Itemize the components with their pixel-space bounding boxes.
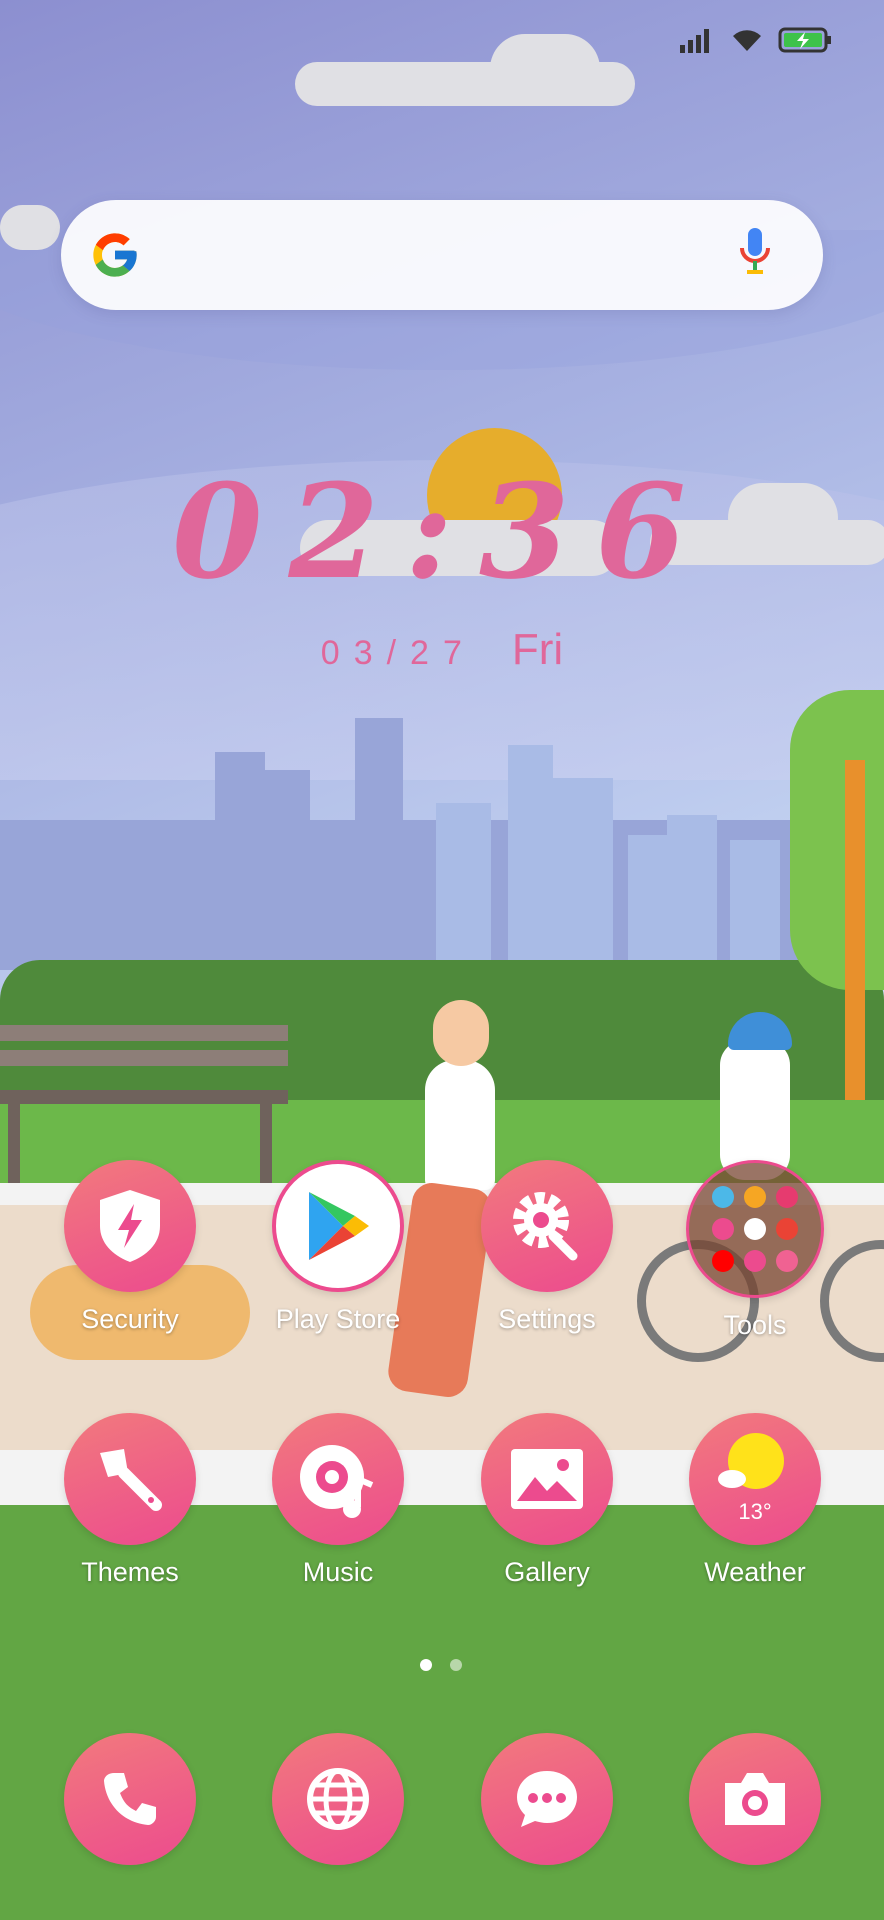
phone-icon	[64, 1733, 196, 1865]
dock-messages[interactable]	[462, 1733, 632, 1865]
clock-date: 03/27 Fri	[0, 625, 884, 675]
bench-slat	[0, 1025, 288, 1041]
walker-head	[433, 1000, 489, 1066]
app-weather[interactable]: 13° Weather	[670, 1413, 840, 1588]
folder-icon	[686, 1160, 824, 1298]
dock-camera[interactable]	[670, 1733, 840, 1865]
tree-trunk	[845, 760, 865, 1100]
page-indicator	[420, 1659, 462, 1671]
dock-browser[interactable]	[253, 1733, 423, 1865]
dock-phone[interactable]	[45, 1733, 215, 1865]
camera-icon	[689, 1733, 821, 1865]
weekday-text: Fri	[511, 625, 564, 674]
app-play-store[interactable]: Play Store	[253, 1160, 423, 1335]
cloud	[490, 34, 600, 104]
app-themes[interactable]: Themes	[45, 1413, 215, 1588]
building	[40, 850, 100, 970]
building	[628, 835, 668, 970]
sun-cloud-icon: 13°	[689, 1413, 821, 1545]
battery-charging-icon	[778, 26, 834, 59]
status-bar	[680, 26, 834, 59]
app-tools-folder[interactable]: Tools	[670, 1160, 840, 1341]
gear-wrench-icon	[481, 1160, 613, 1292]
cyclist	[720, 1040, 790, 1180]
bench-seat	[0, 1090, 288, 1104]
cellular-signal-icon	[680, 27, 716, 58]
clock-time[interactable]: 02:36	[0, 455, 884, 608]
music-disc-icon	[272, 1413, 404, 1545]
building	[436, 803, 491, 973]
home-screen: 02:36 03/27 Fri Security Play Store Setti…	[0, 0, 884, 1920]
paintbrush-icon	[64, 1413, 196, 1545]
globe-icon	[272, 1733, 404, 1865]
building	[508, 745, 553, 970]
google-search-bar[interactable]	[61, 200, 823, 310]
chat-bubble-icon	[481, 1733, 613, 1865]
date-text: 03/27	[320, 634, 476, 672]
app-gallery[interactable]: Gallery	[462, 1413, 632, 1588]
app-settings[interactable]: Settings	[462, 1160, 632, 1335]
page-dot[interactable]	[450, 1659, 462, 1671]
app-label: Gallery	[504, 1557, 590, 1587]
tree-foliage	[790, 690, 884, 990]
app-label: Tools	[723, 1310, 787, 1340]
app-music[interactable]: Music	[253, 1413, 423, 1588]
building	[100, 825, 150, 975]
building	[355, 718, 403, 970]
building	[667, 815, 717, 970]
app-label: Music	[302, 1557, 374, 1587]
app-label: Settings	[498, 1304, 596, 1334]
microphone-icon[interactable]	[737, 226, 773, 283]
cloud	[0, 205, 60, 250]
building	[260, 770, 310, 970]
app-label: Weather	[704, 1557, 806, 1587]
building	[215, 752, 265, 972]
bench-slat	[0, 1050, 288, 1066]
google-g-logo	[89, 229, 141, 286]
image-icon	[481, 1413, 613, 1545]
app-label: Play Store	[275, 1304, 401, 1334]
app-label: Themes	[81, 1557, 179, 1587]
weather-temperature: 13°	[738, 1499, 772, 1524]
page-dot-active[interactable]	[420, 1659, 432, 1671]
bench-leg	[8, 1095, 20, 1183]
app-security[interactable]: Security	[45, 1160, 215, 1335]
wifi-icon	[730, 27, 764, 58]
play-store-icon	[272, 1160, 404, 1292]
app-label: Security	[81, 1304, 179, 1334]
building	[553, 778, 613, 970]
building	[730, 840, 780, 970]
shield-bolt-icon	[64, 1160, 196, 1292]
